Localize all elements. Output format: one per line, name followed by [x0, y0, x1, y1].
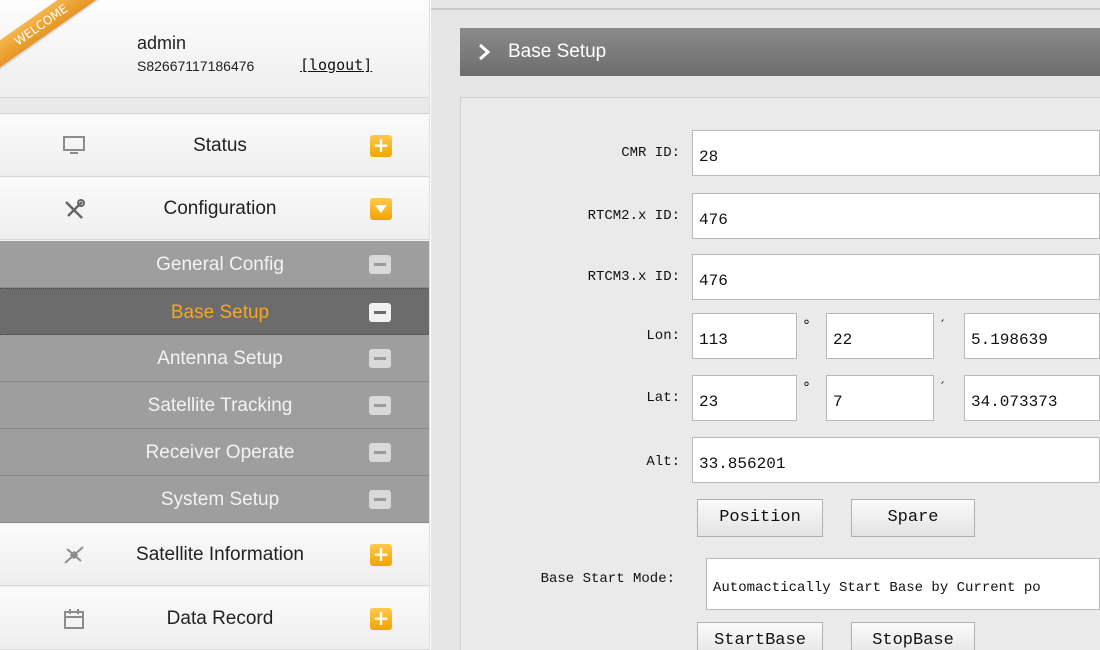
lon-label: Lon:: [646, 328, 680, 344]
submenu-item-system-setup[interactable]: System Setup: [0, 476, 429, 523]
stopbase-button[interactable]: StopBase: [851, 622, 975, 650]
submenu-item-general-config[interactable]: General Config: [0, 241, 429, 288]
logout-link[interactable]: [logout]: [300, 56, 372, 74]
username: admin: [137, 33, 187, 53]
submenu-label: Receiver Operate: [145, 442, 295, 463]
menu-item-status[interactable]: Status +: [0, 115, 429, 177]
rtcm2-id-label: RTCM2.x ID:: [587, 208, 680, 224]
base-start-mode-select[interactable]: Automactically Start Base by Current po: [706, 558, 1100, 610]
position-button[interactable]: Position: [697, 499, 823, 537]
submenu-label: System Setup: [160, 489, 280, 510]
menu-item-data-record[interactable]: Data Record +: [0, 588, 429, 650]
lat-degrees-input[interactable]: 23: [692, 375, 797, 421]
monitor-icon: [62, 135, 86, 157]
expand-status-button[interactable]: +: [370, 135, 392, 157]
minus-icon: [369, 490, 391, 509]
alt-input[interactable]: 33.856201: [692, 437, 1100, 483]
tools-icon: [62, 198, 86, 220]
lat-minutes-input[interactable]: 7: [826, 375, 934, 421]
cmr-id-input[interactable]: 28: [692, 130, 1100, 176]
submenu-item-antenna-setup[interactable]: Antenna Setup: [0, 335, 429, 382]
lat-label: Lat:: [646, 390, 680, 406]
startbase-button[interactable]: StartBase: [697, 622, 823, 650]
lon-seconds-input[interactable]: 5.198639: [964, 313, 1100, 359]
menu-label-status: Status: [193, 135, 247, 156]
collapse-configuration-button[interactable]: [370, 198, 392, 220]
submenu-label: General Config: [156, 254, 284, 275]
page-title: Base Setup: [508, 41, 607, 62]
lon-degrees-input[interactable]: 113: [692, 313, 797, 359]
menu-label-data-record: Data Record: [166, 608, 274, 629]
base-start-mode-label: Base Start Mode:: [540, 571, 675, 587]
menu-item-configuration[interactable]: Configuration: [0, 178, 429, 240]
alt-label: Alt:: [646, 454, 680, 470]
serial-number: S82667117186476: [137, 58, 255, 74]
welcome-ribbon: WELCOME: [0, 0, 109, 78]
degree-symbol: °: [803, 318, 810, 334]
sidebar: WELCOME admin S82667117186476 [logout] S…: [0, 0, 430, 650]
satellite-icon: [62, 544, 86, 566]
chevron-down-icon: [375, 205, 387, 213]
page-title-bar: Base Setup: [460, 28, 1100, 76]
calendar-icon: [62, 608, 86, 630]
lon-minutes-input[interactable]: 22: [826, 313, 934, 359]
sidebar-divider: [0, 98, 429, 114]
minute-symbol: ′: [941, 380, 945, 396]
expand-data-record-button[interactable]: +: [370, 608, 392, 630]
menu-item-satellite-information[interactable]: Satellite Information +: [0, 524, 429, 586]
lat-seconds-input[interactable]: 34.073373: [964, 375, 1100, 421]
rtcm2-id-input[interactable]: 476: [692, 193, 1100, 239]
rtcm3-id-label: RTCM3.x ID:: [587, 269, 680, 285]
submenu-item-satellite-tracking[interactable]: Satellite Tracking: [0, 382, 429, 429]
submenu-item-receiver-operate[interactable]: Receiver Operate: [0, 429, 429, 476]
submenu-item-base-setup[interactable]: Base Setup: [0, 288, 429, 335]
minus-icon: [369, 443, 391, 462]
submenu-label: Base Setup: [170, 302, 270, 323]
minus-icon: [369, 303, 391, 322]
spare-button[interactable]: Spare: [851, 499, 975, 537]
menu-label-configuration: Configuration: [163, 198, 277, 219]
menu-label-satellite-information: Satellite Information: [136, 544, 304, 565]
degree-symbol: °: [803, 380, 810, 396]
rtcm3-id-input[interactable]: 476: [692, 254, 1100, 300]
expand-satellite-information-button[interactable]: +: [370, 544, 392, 566]
top-divider: [431, 8, 1100, 10]
minus-icon: [369, 396, 391, 415]
cmr-id-label: CMR ID:: [621, 145, 680, 161]
minute-symbol: ′: [941, 318, 945, 334]
minus-icon: [369, 349, 391, 368]
user-panel: WELCOME admin S82667117186476 [logout]: [0, 0, 429, 98]
submenu-label: Satellite Tracking: [147, 395, 293, 416]
chevron-right-icon: [478, 43, 491, 66]
submenu-label: Antenna Setup: [157, 348, 283, 369]
minus-icon: [369, 255, 391, 274]
